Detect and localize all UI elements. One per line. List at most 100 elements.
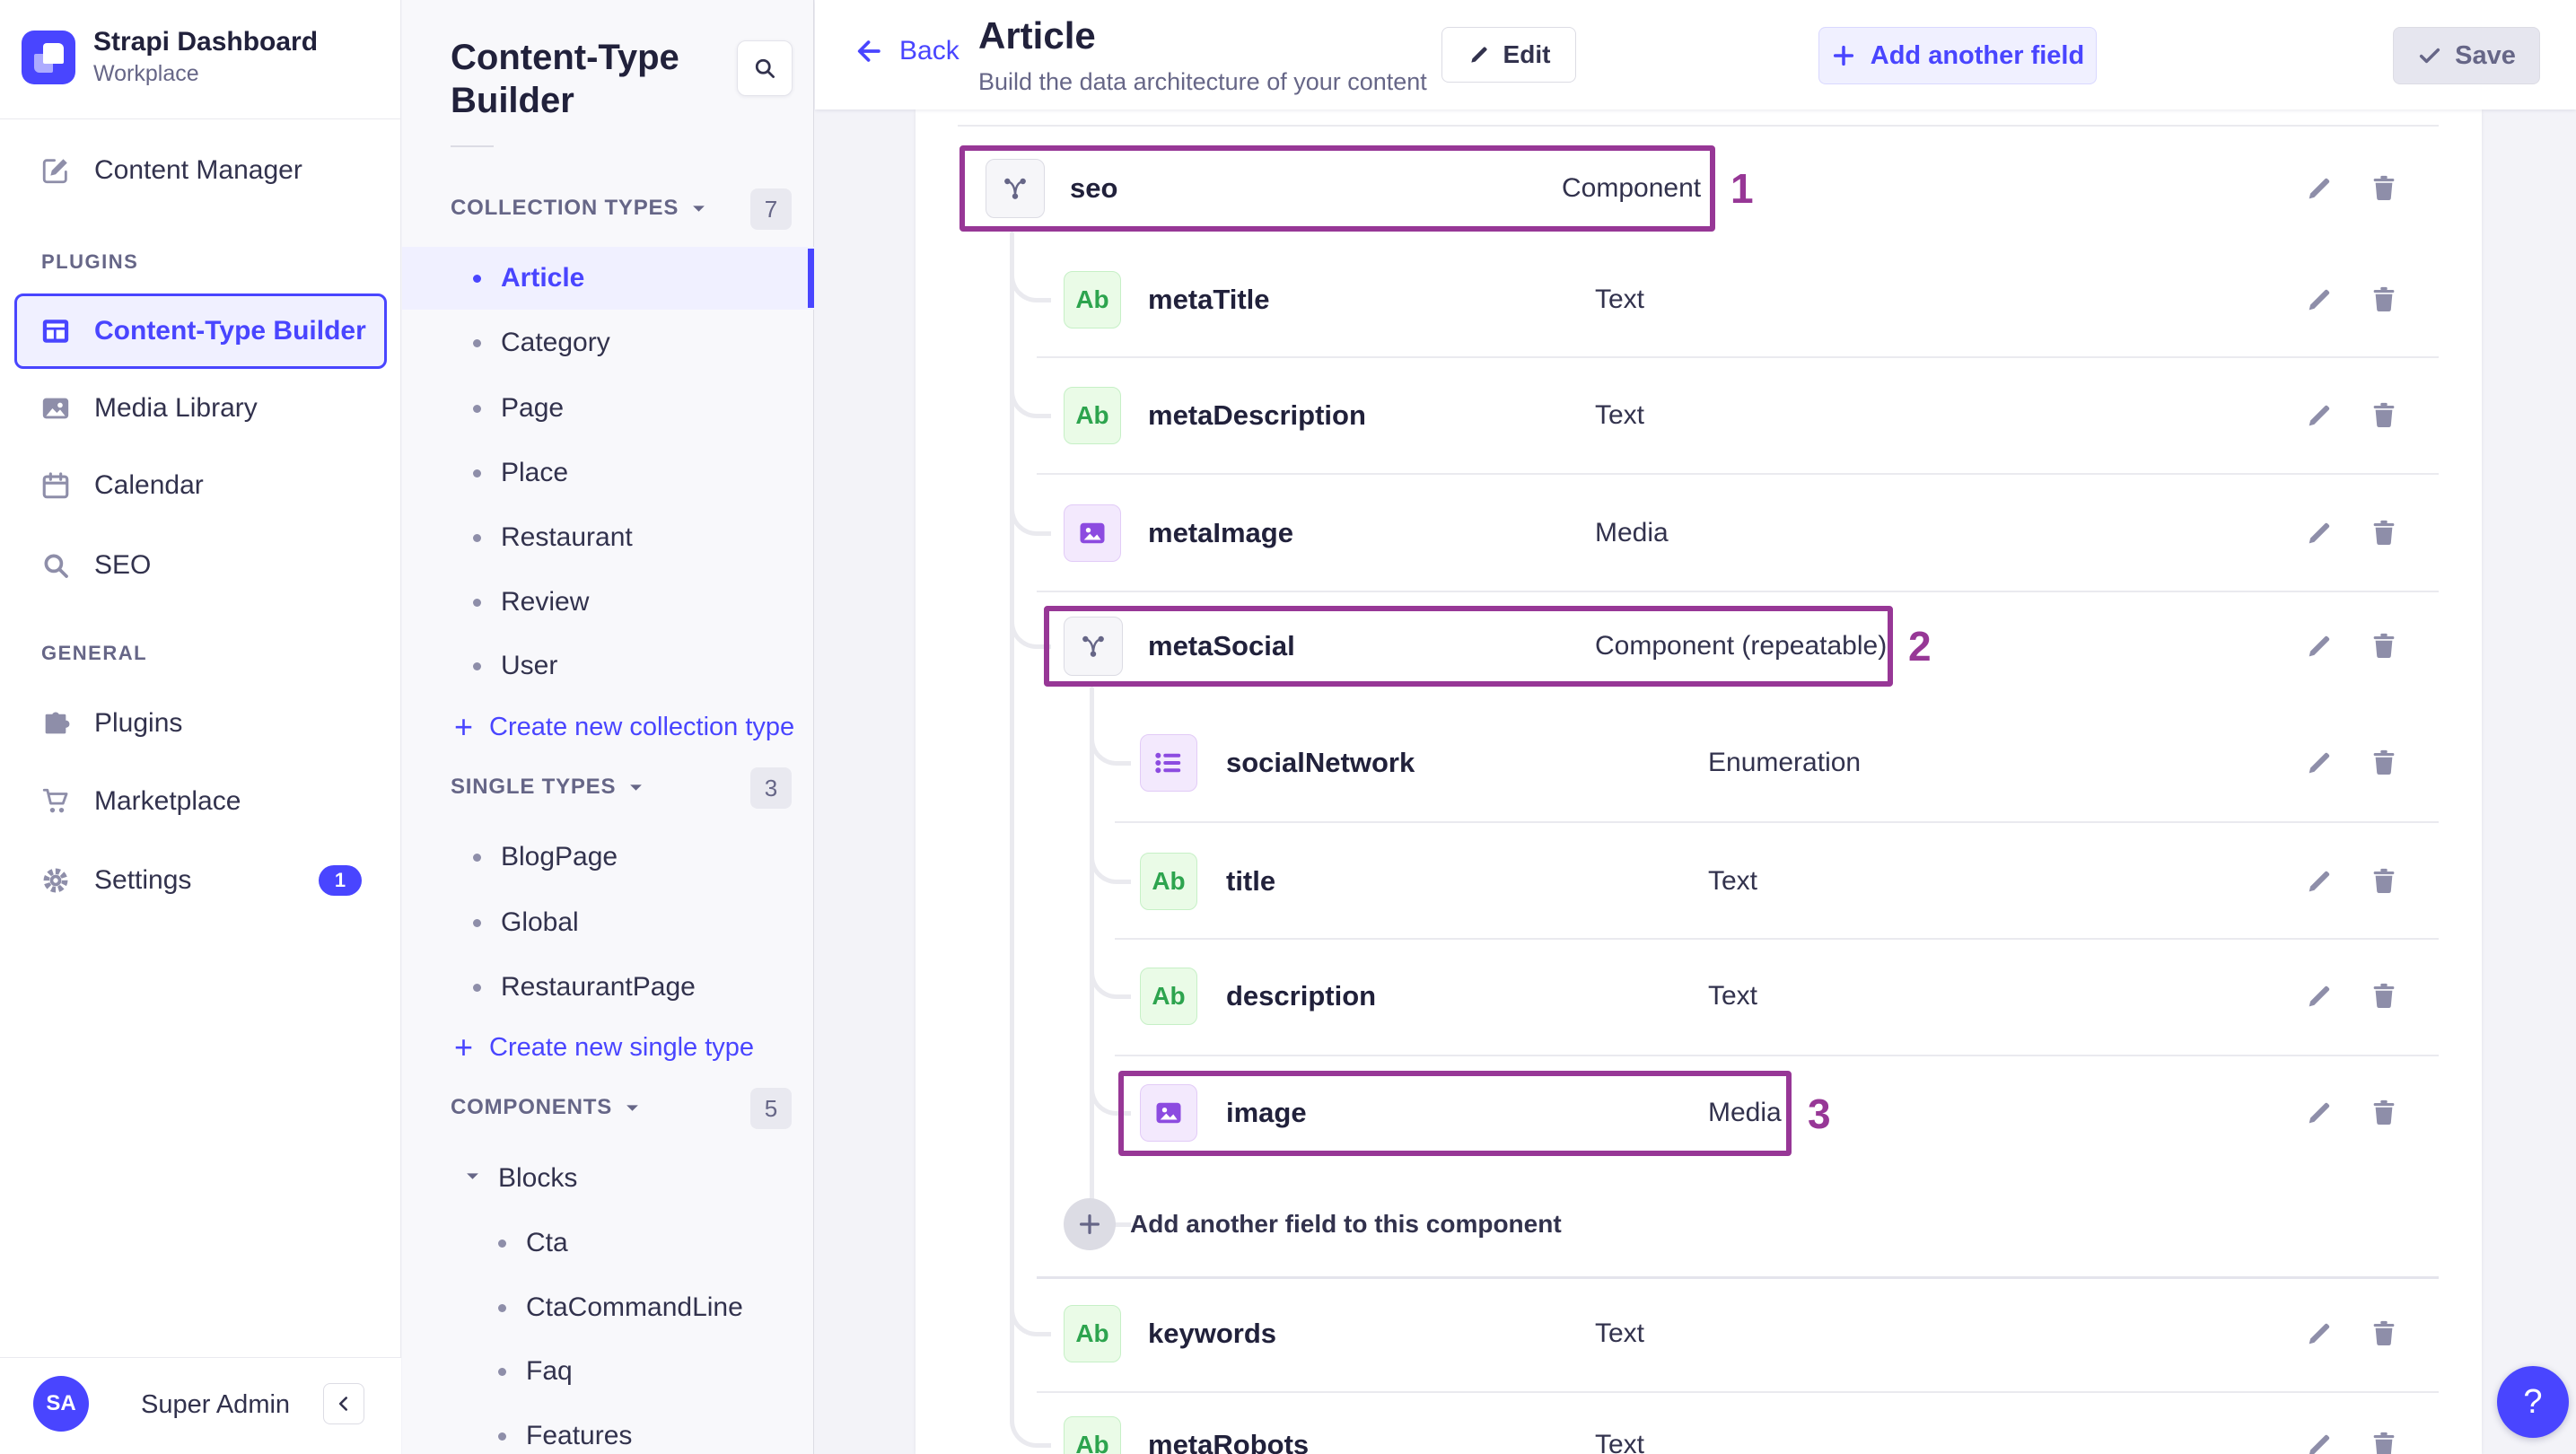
field-name: metaDescription [1148, 399, 1366, 431]
create-new-create-new-single-type[interactable]: + Create new single type [402, 1019, 814, 1076]
field-name: seo [1070, 172, 1118, 204]
subnav-item-label: User [501, 651, 558, 680]
delete-field-button[interactable] [2364, 977, 2404, 1016]
plus-icon: + [454, 1029, 474, 1065]
subnav-title: Content-Type Builder [451, 38, 679, 120]
subnav-count-badge: 7 [750, 188, 792, 230]
back-link[interactable]: Back [854, 36, 959, 66]
bullet-icon [498, 1432, 506, 1441]
add-field-to-component-button[interactable] [1064, 1198, 1116, 1250]
edit-field-button[interactable] [2300, 743, 2339, 783]
subnav-item-cta[interactable]: Cta [402, 1212, 814, 1274]
subnav-section-components[interactable]: COMPONENTS [451, 1095, 640, 1120]
bullet-icon [473, 338, 481, 347]
save-button[interactable]: Save [2393, 27, 2540, 84]
subnav-item-category[interactable]: Category [402, 311, 814, 374]
create-new-create-new-collection-type[interactable]: + Create new collection type [402, 698, 814, 756]
edit-button[interactable]: Edit [1441, 27, 1576, 83]
subnav-section-single-types[interactable]: SINGLE TYPES [451, 775, 644, 800]
field-row-metatitle: Ab metaTitle Text [916, 255, 2482, 345]
sidebar-item-media-library[interactable]: Media Library [0, 377, 401, 440]
delete-field-button[interactable] [2364, 626, 2404, 666]
annotation-number: 3 [1808, 1090, 1831, 1137]
bullet-icon [498, 1303, 506, 1312]
help-button[interactable]: ? [2497, 1366, 2569, 1438]
field-name: title [1226, 865, 1276, 897]
sidebar-item-label: Content Manager [94, 155, 302, 185]
content-manager-icon [40, 155, 71, 186]
add-field-to-component-label[interactable]: Add another field to this component [1130, 1210, 1562, 1239]
marketplace-icon [40, 786, 71, 817]
edit-field-button[interactable] [2300, 1093, 2339, 1133]
subnav-section-collection-types[interactable]: COLLECTION TYPES [451, 196, 706, 221]
subnav-item-label: Global [501, 907, 579, 937]
edit-field-button[interactable] [2300, 513, 2339, 553]
add-another-field-button[interactable]: Add another field [1818, 27, 2097, 84]
subnav-item-label: RestaurantPage [501, 972, 696, 1002]
sidebar-item-label: Content-Type Builder [94, 316, 366, 346]
edit-field-button[interactable] [2300, 1425, 2339, 1454]
edit-field-button[interactable] [2300, 280, 2339, 320]
bullet-icon [473, 661, 481, 670]
sidebar-item-calendar[interactable]: Calendar [0, 454, 401, 517]
workspace-title: Strapi Dashboard [93, 27, 319, 57]
subnav-item-place[interactable]: Place [402, 442, 814, 504]
delete-field-button[interactable] [2364, 513, 2404, 553]
strapi-logo-icon [22, 30, 75, 84]
enumeration-field-icon [1140, 734, 1197, 792]
delete-field-button[interactable] [2364, 396, 2404, 435]
subnav-item-user[interactable]: User [402, 635, 814, 697]
text-field-icon: Ab [1064, 387, 1121, 444]
subnav-item-features[interactable]: Features [402, 1405, 814, 1454]
delete-field-button[interactable] [2364, 280, 2404, 320]
subnav-item-label: BlogPage [501, 842, 618, 872]
field-row-seo: seo Component [916, 144, 2482, 233]
edit-field-button[interactable] [2300, 626, 2339, 666]
edit-label: Edit [1503, 40, 1551, 68]
plus-icon: + [454, 708, 474, 745]
subnav-item-page[interactable]: Page [402, 377, 814, 440]
workspace-subtitle: Workplace [93, 61, 199, 86]
subnav-item-review[interactable]: Review [402, 571, 814, 634]
delete-field-button[interactable] [2364, 743, 2404, 783]
sidebar-item-content-type-builder[interactable]: Content-Type Builder [14, 293, 387, 369]
subnav-item-label: Restaurant [501, 522, 633, 552]
subnav-item-blogpage[interactable]: BlogPage [402, 826, 814, 889]
sidebar-item-settings[interactable]: Settings 1 [0, 849, 401, 912]
subnav-item-label: Faq [526, 1356, 573, 1386]
edit-field-button[interactable] [2300, 169, 2339, 208]
sidebar-item-marketplace[interactable]: Marketplace [0, 770, 401, 833]
subnav-group-blocks[interactable]: Blocks [402, 1147, 814, 1210]
search-icon [755, 58, 775, 78]
edit-field-button[interactable] [2300, 862, 2339, 901]
subnav-item-restaurantpage[interactable]: RestaurantPage [402, 956, 814, 1019]
subnav-item-global[interactable]: Global [402, 891, 814, 954]
sidebar-item-seo[interactable]: SEO [0, 534, 401, 597]
pencil-icon [1470, 47, 1487, 63]
delete-field-button[interactable] [2364, 1425, 2404, 1454]
delete-field-button[interactable] [2364, 1093, 2404, 1133]
subnav-item-label: Page [501, 393, 565, 423]
subnav-item-restaurant[interactable]: Restaurant [402, 506, 814, 569]
delete-field-button[interactable] [2364, 1314, 2404, 1353]
subnav-item-ctacommandline[interactable]: CtaCommandLine [402, 1276, 814, 1339]
sidebar-item-content-manager[interactable]: Content Manager [0, 139, 401, 202]
subnav-section-label: COMPONENTS [451, 1095, 613, 1119]
edit-field-button[interactable] [2300, 977, 2339, 1016]
avatar[interactable]: SA [33, 1376, 89, 1432]
search-button[interactable] [737, 40, 793, 96]
field-type: Text [1595, 1318, 1645, 1348]
workspace-logo-row[interactable]: Strapi Dashboard Workplace [22, 27, 318, 87]
text-field-icon: Ab [1140, 853, 1197, 910]
subnav-count-badge: 5 [750, 1088, 792, 1129]
subnav-item-faq[interactable]: Faq [402, 1340, 814, 1403]
bullet-icon [498, 1367, 506, 1376]
delete-field-button[interactable] [2364, 169, 2404, 208]
collapse-sidebar-button[interactable] [323, 1383, 364, 1424]
action-label: Create new collection type [489, 712, 795, 741]
delete-field-button[interactable] [2364, 862, 2404, 901]
subnav-item-article[interactable]: Article [402, 247, 814, 310]
edit-field-button[interactable] [2300, 396, 2339, 435]
sidebar-item-plugins[interactable]: Plugins [0, 692, 401, 755]
edit-field-button[interactable] [2300, 1314, 2339, 1353]
